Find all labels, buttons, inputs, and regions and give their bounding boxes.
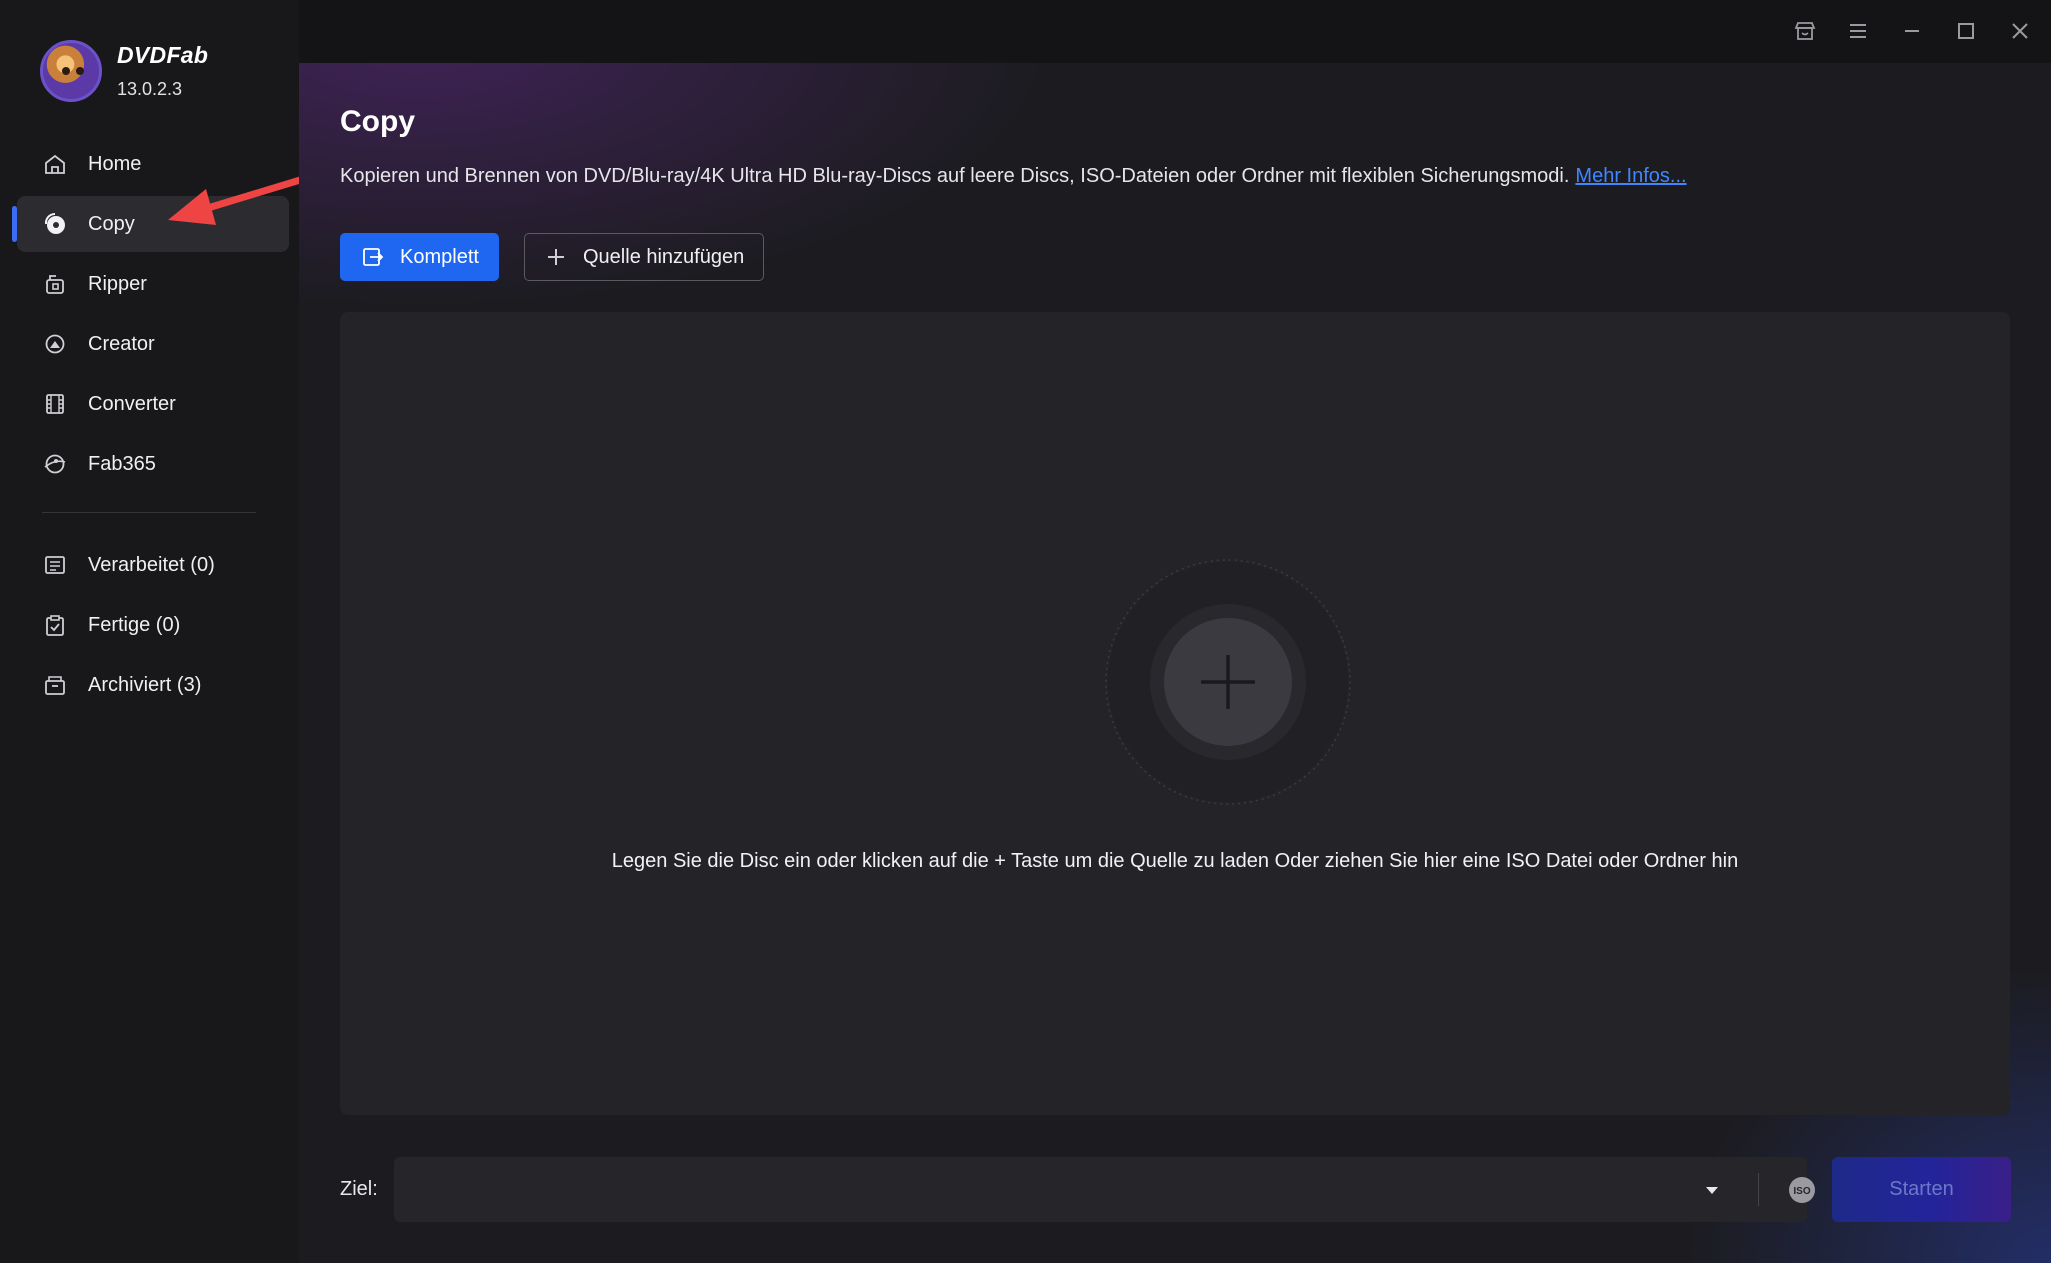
main-nav: Home Copy Ripper Creator Converter Fab36… [0,136,299,496]
main-panel: Copy Kopieren und Brennen von DVD/Blu-ra… [299,0,2051,1263]
sidebar-item-label: Creator [88,332,155,355]
menu-icon[interactable] [1843,16,1873,46]
field-divider [1758,1173,1759,1206]
home-icon [43,152,67,176]
add-source-button[interactable]: Quelle hinzufügen [524,233,764,281]
sidebar-item-home[interactable]: Home [17,136,289,192]
sidebar-item-label: Converter [88,392,176,415]
source-dropzone[interactable]: Legen Sie die Disc ein oder klicken auf … [340,312,2010,1115]
add-source-circle-button[interactable] [1098,552,1358,812]
finished-clipboard-icon [43,613,67,637]
queue-nav: Verarbeitet (0) Fertige (0) Archiviert (… [0,537,299,717]
sidebar-item-processing[interactable]: Verarbeitet (0) [17,537,289,593]
sidebar-item-label: Home [88,152,142,175]
copy-mode-button[interactable]: Komplett [340,233,499,281]
svg-text:ISO: ISO [1793,1186,1810,1197]
add-source-label: Quelle hinzufügen [583,245,745,268]
brand-name: DVDFab [117,42,209,68]
chevron-down-icon[interactable] [1700,1179,1724,1201]
copy-mode-label: Komplett [400,245,479,268]
dvdfab-logo-icon [40,40,102,102]
archive-box-icon [43,673,67,697]
page-description: Kopieren und Brennen von DVD/Blu-ray/4K … [340,165,1687,188]
sidebar: DVDFab 13.0.2.3 Home Copy Ripper Creator… [0,0,314,1263]
start-button[interactable]: Starten [1832,1157,2011,1222]
processing-list-icon [43,553,67,577]
sidebar-item-label: Copy [88,212,135,235]
sidebar-item-creator[interactable]: Creator [17,316,289,372]
brand: DVDFab 13.0.2.3 [40,38,208,104]
description-text: Kopieren und Brennen von DVD/Blu-ray/4K … [340,165,1570,187]
converter-film-icon [43,392,67,416]
target-label: Ziel: [340,1178,378,1200]
title-bar [299,0,2051,63]
close-icon[interactable] [2005,16,2035,46]
maximize-icon[interactable] [1951,16,1981,46]
add-circle-icon [1105,559,1351,805]
iso-output-icon[interactable]: ISO [1787,1175,1817,1205]
dropzone-hint: Legen Sie die Disc ein oder klicken auf … [611,850,1739,872]
sidebar-item-fab365[interactable]: Fab365 [17,436,289,492]
sidebar-item-finished[interactable]: Fertige (0) [17,597,289,653]
plus-icon [545,246,567,268]
sidebar-divider [42,512,256,513]
sidebar-item-label: Fertige (0) [88,613,181,636]
target-path-input[interactable] [394,1157,1654,1222]
copy-disc-icon [43,212,67,236]
ripper-icon [43,272,67,296]
target-field: ISO [394,1157,1874,1222]
dvdfab-window: DVDFab 13.0.2.3 Home Copy Ripper Creator… [0,0,2051,1263]
minimize-icon[interactable] [1897,16,1927,46]
sidebar-item-label: Verarbeitet (0) [88,553,215,576]
mode-exit-icon [362,246,384,268]
sidebar-item-copy[interactable]: Copy [12,196,289,252]
sidebar-item-ripper[interactable]: Ripper [17,256,289,312]
sidebar-item-label: Fab365 [88,452,156,475]
sidebar-item-converter[interactable]: Converter [17,376,289,432]
sidebar-item-label: Archiviert (3) [88,673,202,696]
creator-icon [43,332,67,356]
fab365-icon [43,452,67,476]
shop-icon[interactable] [1790,16,1820,46]
page-title: Copy [340,105,415,138]
sidebar-item-archived[interactable]: Archiviert (3) [17,657,289,713]
more-info-link[interactable]: Mehr Infos... [1575,165,1686,187]
sidebar-item-label: Ripper [88,272,147,295]
app-version: 13.0.2.3 [117,79,183,99]
